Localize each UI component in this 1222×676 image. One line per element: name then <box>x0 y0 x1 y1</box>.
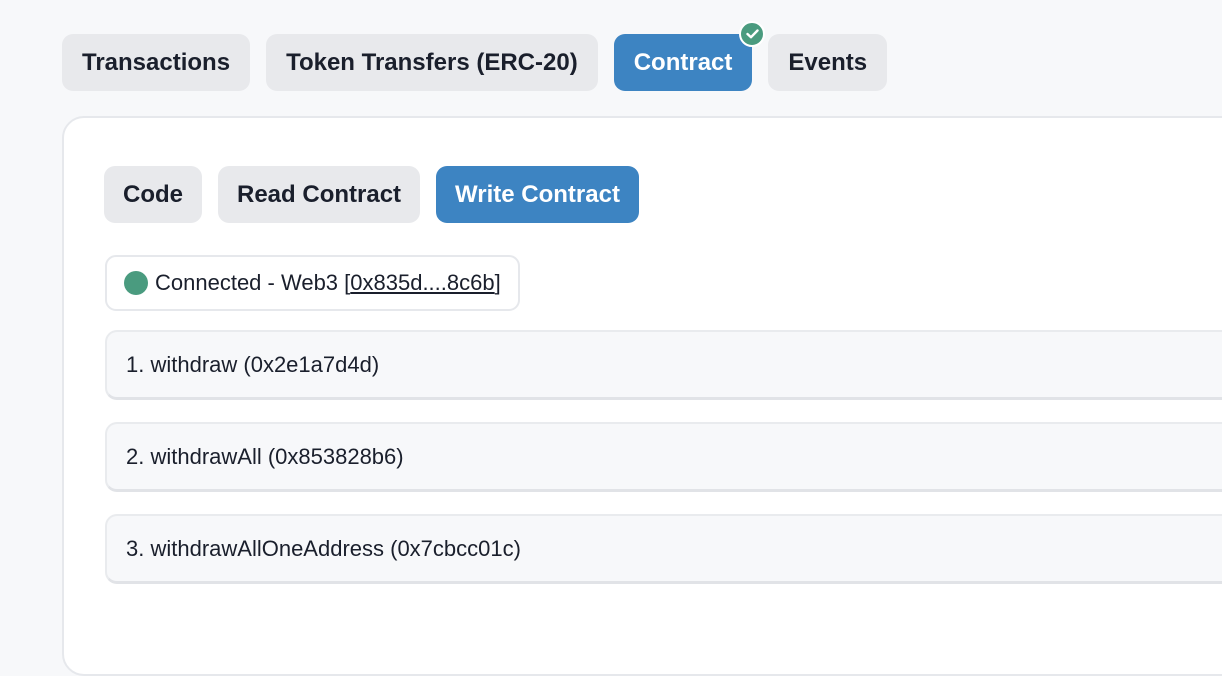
tab-transactions[interactable]: Transactions <box>62 34 251 91</box>
subtab-read-contract[interactable]: Read Contract <box>218 166 421 223</box>
subtab-write-contract[interactable]: Write Contract <box>436 166 639 223</box>
verified-check-icon <box>739 21 766 47</box>
tab-transactions-label: Transactions <box>82 48 231 76</box>
tab-token-transfers-label: Token Transfers (ERC-20) <box>286 48 578 76</box>
web3-connection-status: Connected - Web3 [ 0x835d....8c6b ] <box>105 255 520 311</box>
connected-status-dot-icon <box>124 271 148 295</box>
subtab-code[interactable]: Code <box>104 166 202 223</box>
tab-contract-label: Contract <box>633 48 733 76</box>
function-withdraw-all[interactable]: 2. withdrawAll (0x853828b6) <box>105 422 1222 492</box>
contract-subtabs: Code Read Contract Write Contract <box>104 166 639 223</box>
function-withdraw-all-one-address[interactable]: 3. withdrawAllOneAddress (0x7cbcc01c) <box>105 514 1222 584</box>
subtab-write-contract-label: Write Contract <box>455 180 620 208</box>
contract-panel: Code Read Contract Write Contract Connec… <box>62 116 1222 676</box>
function-withdraw-label: 1. withdraw (0x2e1a7d4d) <box>126 351 380 377</box>
function-withdraw-all-one-address-label: 3. withdrawAllOneAddress (0x7cbcc01c) <box>126 535 521 561</box>
main-tabs: Transactions Token Transfers (ERC-20) Co… <box>62 21 888 91</box>
subtab-read-contract-label: Read Contract <box>237 180 402 208</box>
write-function-list: 1. withdraw (0x2e1a7d4d) 2. withdrawAll … <box>105 330 1222 606</box>
connection-prefix: Connected - Web3 [ <box>155 270 351 295</box>
connected-wallet-address-link[interactable]: 0x835d....8c6b <box>350 270 494 296</box>
subtab-code-label: Code <box>123 180 183 208</box>
function-withdraw-all-label: 2. withdrawAll (0x853828b6) <box>126 443 404 469</box>
tab-events[interactable]: Events <box>768 34 888 91</box>
tab-contract[interactable]: Contract <box>613 21 766 91</box>
connection-suffix: ] <box>494 270 501 295</box>
function-withdraw[interactable]: 1. withdraw (0x2e1a7d4d) <box>105 330 1222 400</box>
tab-token-transfers[interactable]: Token Transfers (ERC-20) <box>266 34 598 91</box>
tab-events-label: Events <box>788 48 868 76</box>
